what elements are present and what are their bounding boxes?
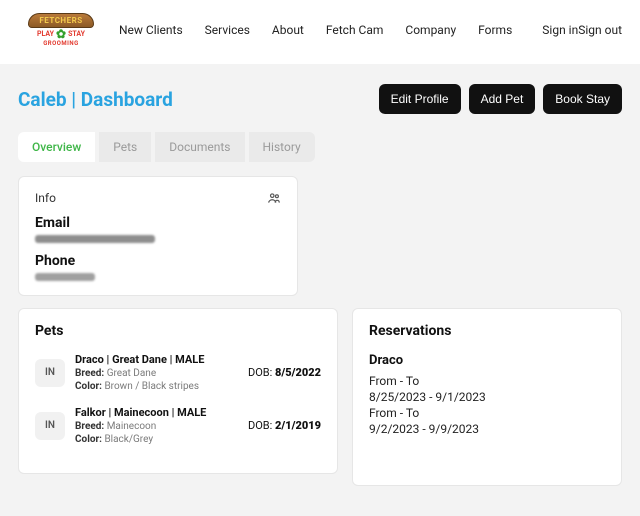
logo[interactable]: FETCHERS PLAY ✿ STAY GROOMING	[18, 10, 104, 50]
top-bar: FETCHERS PLAY ✿ STAY GROOMING New Client…	[0, 0, 640, 64]
nav-company[interactable]: Company	[405, 23, 456, 37]
tabs: Overview Pets Documents History	[18, 132, 315, 162]
reservations-card: Reservations Draco From - To 8/25/2023 -…	[352, 308, 622, 486]
tab-overview[interactable]: Overview	[18, 132, 95, 162]
page-body: Caleb | Dashboard Edit Profile Add Pet B…	[0, 64, 640, 516]
reservation-pet-name: Draco	[369, 353, 605, 368]
reservations-title: Reservations	[369, 323, 605, 339]
nav-services[interactable]: Services	[205, 23, 250, 37]
reservation-range: 9/2/2023 - 9/9/2023	[369, 422, 605, 436]
info-title: Info	[35, 191, 281, 205]
paw-icon: ✿	[56, 28, 66, 40]
pet-row: IN Falkor | Mainecoon | MALE Breed: Main…	[35, 406, 321, 445]
main-nav: New Clients Services About Fetch Cam Com…	[119, 23, 622, 37]
book-stay-button[interactable]: Book Stay	[543, 84, 622, 114]
sign-in-link[interactable]: Sign in	[542, 23, 578, 37]
edit-profile-button[interactable]: Edit Profile	[379, 84, 461, 114]
reservation-label: From - To	[369, 406, 605, 420]
pet-name: Falkor | Mainecoon | MALE	[75, 406, 238, 419]
pet-row: IN Draco | Great Dane | MALE Breed: Grea…	[35, 353, 321, 392]
header-row: Caleb | Dashboard Edit Profile Add Pet B…	[18, 84, 622, 114]
page-title: Caleb | Dashboard	[18, 88, 173, 111]
pet-dob: DOB: 2/1/2019	[248, 419, 321, 432]
nav-new-clients[interactable]: New Clients	[119, 23, 183, 37]
nav-about[interactable]: About	[272, 23, 304, 37]
logo-text-mid: PLAY ✿ STAY	[37, 28, 85, 40]
email-label: Email	[35, 215, 281, 231]
reservation-range: 8/25/2023 - 9/1/2023	[369, 390, 605, 404]
reservation-label: From - To	[369, 374, 605, 388]
logo-text-bottom: GROOMING	[43, 40, 79, 47]
status-badge: IN	[35, 412, 65, 440]
family-icon[interactable]	[267, 191, 281, 209]
pet-name: Draco | Great Dane | MALE	[75, 353, 238, 366]
nav-forms[interactable]: Forms	[478, 23, 512, 37]
add-pet-button[interactable]: Add Pet	[469, 84, 536, 114]
phone-value-redacted	[35, 273, 95, 281]
tab-pets[interactable]: Pets	[99, 132, 151, 162]
status-badge: IN	[35, 359, 65, 387]
pets-title: Pets	[35, 323, 321, 339]
tab-history[interactable]: History	[249, 132, 315, 162]
logo-text-top: FETCHERS	[28, 13, 93, 28]
sign-out-link[interactable]: Sign out	[578, 23, 622, 37]
tab-documents[interactable]: Documents	[155, 132, 244, 162]
action-buttons: Edit Profile Add Pet Book Stay	[379, 84, 622, 114]
pet-dob: DOB: 8/5/2022	[248, 366, 321, 379]
email-value-redacted	[35, 235, 155, 243]
phone-label: Phone	[35, 253, 281, 269]
nav-fetch-cam[interactable]: Fetch Cam	[326, 23, 384, 37]
pets-card: Pets IN Draco | Great Dane | MALE Breed:…	[18, 308, 338, 474]
info-card: Info Email Phone	[18, 176, 298, 296]
